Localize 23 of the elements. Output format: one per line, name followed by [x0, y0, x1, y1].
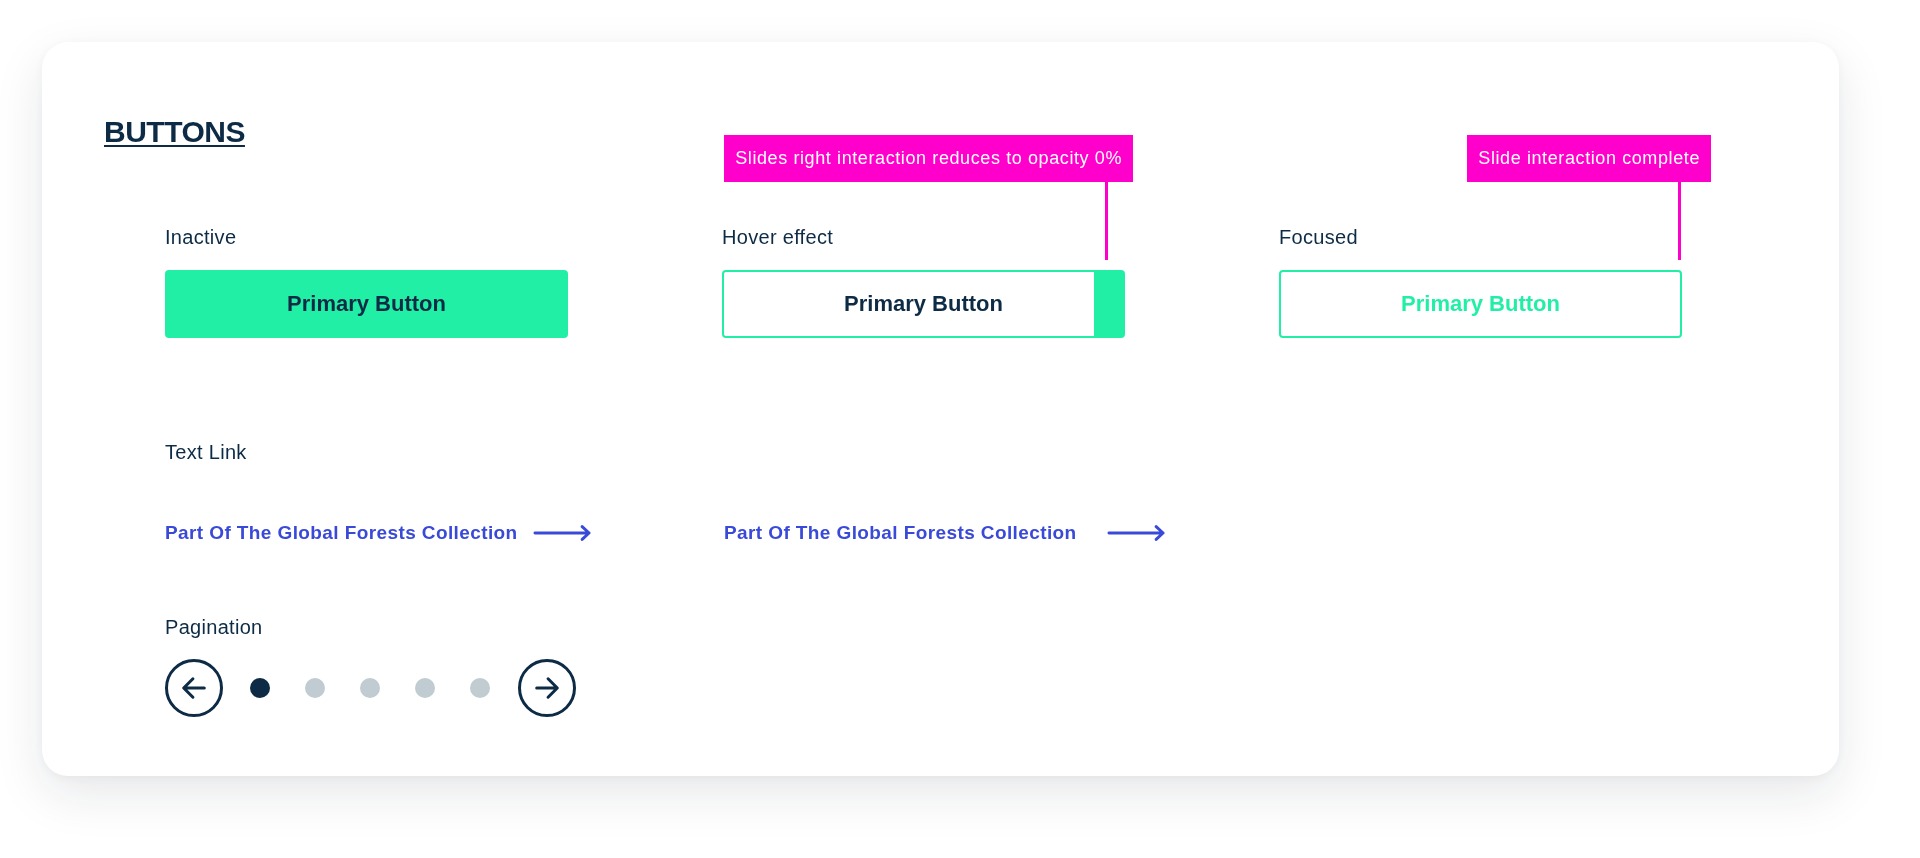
page-dot[interactable] [470, 678, 490, 698]
next-button[interactable] [518, 659, 576, 717]
section-title: BUTTONS [104, 114, 245, 150]
previous-button[interactable] [165, 659, 223, 717]
annotation-callout: Slides right interaction reduces to opacity 0% [724, 135, 1133, 182]
arrow-right-icon [532, 525, 592, 541]
annotation-callout: Slide interaction complete [1467, 135, 1711, 182]
page-dot[interactable] [305, 678, 325, 698]
page-dot[interactable] [250, 678, 270, 698]
state-label: Inactive [165, 225, 237, 249]
arrow-right-icon [534, 675, 560, 701]
primary-button[interactable]: Primary Button [722, 270, 1125, 338]
page-dot[interactable] [360, 678, 380, 698]
primary-button[interactable]: Primary Button [165, 270, 568, 338]
text-link[interactable]: Part Of The Global Forests Collection [724, 521, 1166, 545]
text-link[interactable]: Part Of The Global Forests Collection [165, 521, 592, 545]
arrow-left-icon [181, 675, 207, 701]
arrow-right-icon [1106, 525, 1166, 541]
state-label: Focused [1279, 225, 1358, 249]
page-dot[interactable] [415, 678, 435, 698]
state-label: Hover effect [722, 225, 834, 249]
section-label: Text Link [165, 440, 247, 464]
section-label: Pagination [165, 615, 263, 639]
